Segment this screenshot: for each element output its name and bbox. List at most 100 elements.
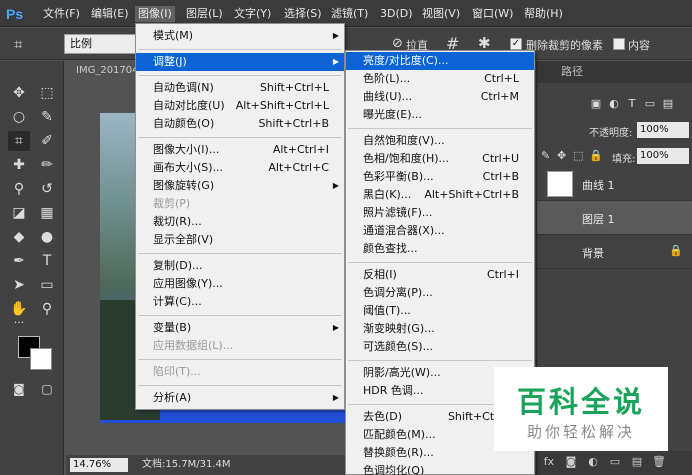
menu-item[interactable]: 显示全部(V) <box>136 231 344 249</box>
lock-position-icon[interactable]: ✥ <box>557 149 566 162</box>
type-filter-icon[interactable]: T <box>625 97 639 110</box>
menu-item[interactable]: 分析(A) ▶ <box>136 389 344 407</box>
menu-edit[interactable]: 编辑(E) <box>88 6 132 22</box>
menu-item[interactable]: 变量(B) ▶ <box>136 319 344 337</box>
path-select-icon[interactable]: ➤ <box>8 275 30 295</box>
fx-icon[interactable]: fx <box>541 455 557 468</box>
menu-item[interactable]: 曲线(U)... Ctrl+M <box>346 88 534 106</box>
blur-tool-icon[interactable]: ◆ <box>8 227 30 247</box>
menu-image[interactable]: 图像(I) <box>135 6 175 22</box>
menu-item[interactable]: 亮度/对比度(C)... <box>346 52 534 70</box>
menu-item[interactable]: 图像大小(I)... Alt+Ctrl+I <box>136 141 344 159</box>
eraser-tool-icon[interactable]: ◪ <box>8 203 30 223</box>
menu-item[interactable]: 模式(M) ▶ <box>136 27 344 45</box>
menu-item[interactable]: 可选颜色(S)... <box>346 338 534 356</box>
menu-window[interactable]: 窗口(W) <box>469 6 516 22</box>
new-layer-icon[interactable]: ▤ <box>629 455 645 468</box>
layer-row[interactable]: 图层 1 <box>537 201 692 235</box>
gradient-tool-icon[interactable]: ▦ <box>36 203 58 223</box>
menu-item[interactable]: 渐变映射(G)... <box>346 320 534 338</box>
menu-item-label: 照片滤镜(F)... <box>363 206 433 219</box>
menu-item-label: 阴影/高光(W)... <box>363 366 441 379</box>
menu-item[interactable]: 画布大小(S)... Alt+Ctrl+C <box>136 159 344 177</box>
shape-filter-icon[interactable]: ▭ <box>643 97 657 110</box>
menu-filter[interactable]: 滤镜(T) <box>328 6 371 22</box>
clone-stamp-icon[interactable]: ⚲ <box>8 179 30 199</box>
menu-help[interactable]: 帮助(H) <box>521 6 566 22</box>
menu-item[interactable]: 色调均化(Q) <box>346 462 534 475</box>
menu-select[interactable]: 选择(S) <box>281 6 325 22</box>
menu-item[interactable]: 自动颜色(O) Shift+Ctrl+B <box>136 115 344 133</box>
quick-select-tool-icon[interactable]: ✎ <box>36 107 58 127</box>
marquee-tool-icon[interactable]: ⬚ <box>36 83 58 103</box>
menu-item[interactable]: 自动色调(N) Shift+Ctrl+L <box>136 79 344 97</box>
pen-tool-icon[interactable]: ✒ <box>8 251 30 271</box>
menu-item[interactable]: 调整(J) ▶ <box>136 53 344 71</box>
adjustment-layer-icon[interactable]: ◐ <box>585 455 601 468</box>
menu-item[interactable]: 颜色查找... <box>346 240 534 258</box>
artboard-icon[interactable]: ⬚ <box>573 149 583 162</box>
zoom-field[interactable]: 14.76% <box>70 458 128 472</box>
more-tools-icon[interactable]: ··· <box>8 313 30 333</box>
menu-item[interactable]: 反相(I) Ctrl+I <box>346 266 534 284</box>
menu-item-label: 去色(D) <box>363 410 403 423</box>
menu-item[interactable]: 自动对比度(U) Alt+Shift+Ctrl+L <box>136 97 344 115</box>
menu-item[interactable]: 自然饱和度(V)... <box>346 132 534 150</box>
content-aware-checkbox[interactable] <box>613 38 625 50</box>
menu-item[interactable]: 通道混合器(X)... <box>346 222 534 240</box>
adjust-filter-icon[interactable]: ◐ <box>607 97 621 110</box>
history-brush-icon[interactable]: ↺ <box>36 179 58 199</box>
straighten-icon[interactable]: ⊘ <box>392 36 403 51</box>
menu-item[interactable]: 应用图像(Y)... <box>136 275 344 293</box>
menu-item[interactable]: 照片滤镜(F)... <box>346 204 534 222</box>
menu-item[interactable]: 色彩平衡(B)... Ctrl+B <box>346 168 534 186</box>
delete-layer-icon[interactable]: 🗑 <box>651 455 667 468</box>
move-tool-icon[interactable]: ✥ <box>8 83 30 103</box>
type-tool-icon[interactable]: T <box>36 251 58 271</box>
crop-tool-icon[interactable]: ⌗ <box>8 131 30 151</box>
menu-item[interactable]: 复制(D)... <box>136 257 344 275</box>
screen-mode-icon[interactable]: ▢ <box>36 379 58 399</box>
eyedropper-tool-icon[interactable]: ✐ <box>36 131 58 151</box>
healing-brush-icon[interactable]: ✚ <box>8 155 30 175</box>
menu-3d[interactable]: 3D(D) <box>377 6 416 22</box>
menu-item[interactable]: 黑白(K)... Alt+Shift+Ctrl+B <box>346 186 534 204</box>
menu-item[interactable]: 色调分离(P)... <box>346 284 534 302</box>
menu-item[interactable]: 曝光度(E)... <box>346 106 534 124</box>
lock-all-icon[interactable]: 🔒 <box>589 149 603 162</box>
watermark: 百科全说 助你轻松解决 <box>494 367 668 451</box>
crop-icon[interactable]: ⌗ <box>14 35 38 53</box>
menu-item[interactable]: 计算(C)... <box>136 293 344 311</box>
smart-filter-icon[interactable]: ▤ <box>661 97 675 110</box>
doc-size-readout[interactable]: 文档:15.7M/31.4M <box>142 458 231 472</box>
ratio-select[interactable]: 比例 <box>64 34 144 54</box>
quick-mask-icon[interactable]: ◙ <box>8 379 30 399</box>
submenu-arrow-icon: ▶ <box>332 393 339 402</box>
menu-layer[interactable]: 图层(L) <box>183 6 226 22</box>
menu-item[interactable]: 裁切(R)... <box>136 213 344 231</box>
add-mask-icon[interactable]: ◙ <box>563 455 579 468</box>
opacity-field[interactable]: 100% <box>637 122 689 138</box>
pixel-filter-icon[interactable]: ▣ <box>589 97 603 110</box>
menu-item[interactable]: 色相/饱和度(H)... Ctrl+U <box>346 150 534 168</box>
menu-separator <box>138 315 342 316</box>
layer-row[interactable]: 曲线 1 <box>537 167 692 201</box>
shape-tool-icon[interactable]: ▭ <box>36 275 58 295</box>
lasso-tool-icon[interactable]: ○ <box>8 107 30 127</box>
zoom-tool-icon[interactable]: ⚲ <box>36 299 58 319</box>
menu-file[interactable]: 文件(F) <box>40 6 83 22</box>
group-icon[interactable]: ▭ <box>607 455 623 468</box>
fill-field[interactable]: 100% <box>637 148 689 164</box>
delete-cropped-checkbox[interactable]: ✓ <box>510 38 522 50</box>
menu-item[interactable]: 色阶(L)... Ctrl+L <box>346 70 534 88</box>
lock-pixels-icon[interactable]: ✎ <box>541 149 550 162</box>
layer-row[interactable]: 背景 🔒 <box>537 235 692 269</box>
menu-type[interactable]: 文字(Y) <box>231 6 274 22</box>
menu-item[interactable]: 图像旋转(G) ▶ <box>136 177 344 195</box>
menu-view[interactable]: 视图(V) <box>419 6 463 22</box>
background-color-swatch[interactable] <box>30 348 52 370</box>
tab-paths[interactable]: 路径 <box>555 61 589 83</box>
brush-tool-icon[interactable]: ✏ <box>36 155 58 175</box>
menu-item[interactable]: 阈值(T)... <box>346 302 534 320</box>
dodge-tool-icon[interactable]: ● <box>36 227 58 247</box>
